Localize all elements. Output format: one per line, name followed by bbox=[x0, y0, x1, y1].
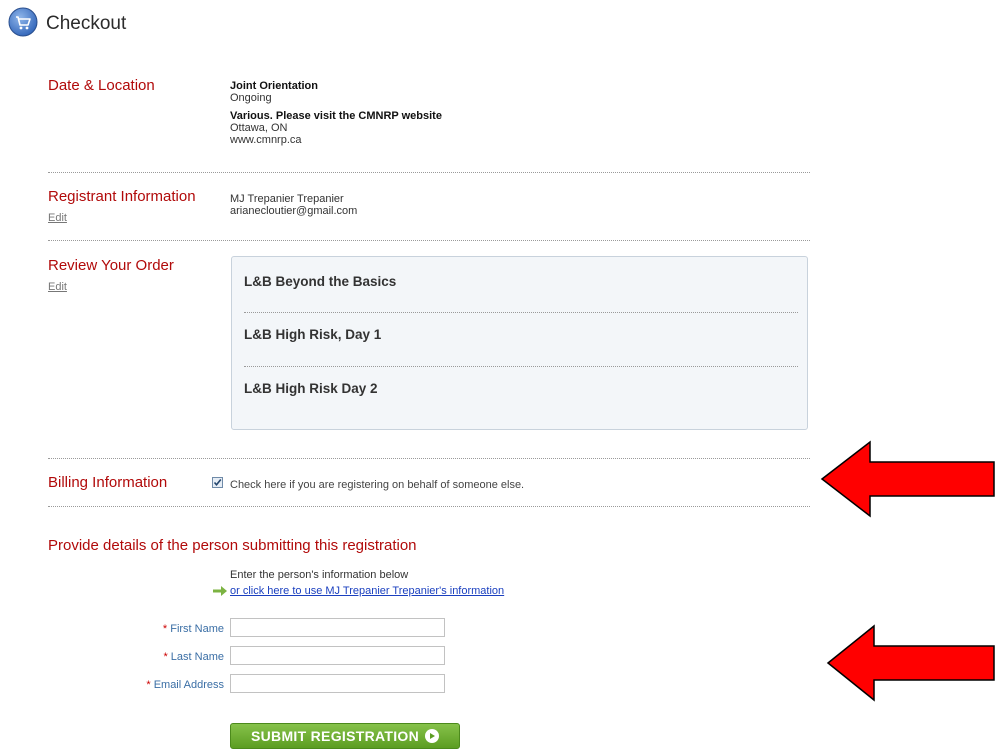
email-input[interactable] bbox=[230, 674, 445, 693]
submit-registration-button[interactable]: SUBMIT REGISTRATION bbox=[230, 723, 460, 749]
email-label-text: Email Address bbox=[153, 679, 224, 691]
first-name-label: * First Name bbox=[64, 623, 224, 635]
red-arrow-annotation bbox=[826, 624, 995, 702]
order-item-divider bbox=[244, 312, 798, 313]
first-name-label-text: First Name bbox=[170, 623, 224, 635]
first-name-input[interactable] bbox=[230, 618, 445, 637]
email-label: * Email Address bbox=[64, 679, 224, 691]
page-title: Checkout bbox=[46, 13, 127, 34]
section-label-billing: Billing Information bbox=[48, 474, 168, 491]
date-location-details: Joint Orientation Ongoing Various. Pleas… bbox=[230, 80, 442, 146]
registrant-details: MJ Trepanier Trepanier arianecloutier@gm… bbox=[230, 193, 357, 217]
on-behalf-checkbox[interactable] bbox=[212, 477, 223, 488]
last-name-input[interactable] bbox=[230, 646, 445, 665]
cart-icon bbox=[8, 7, 38, 37]
registrant-email: arianecloutier@gmail.com bbox=[230, 205, 358, 217]
review-edit-link[interactable]: Edit bbox=[48, 281, 67, 293]
play-arrow-icon bbox=[425, 729, 439, 743]
checkmark-icon bbox=[213, 478, 222, 487]
enter-info-text: Enter the person's information below bbox=[230, 569, 409, 581]
last-name-label: * Last Name bbox=[64, 651, 224, 663]
required-asterisk: * bbox=[163, 651, 168, 663]
divider bbox=[48, 458, 810, 459]
order-item: L&B High Risk, Day 1 bbox=[244, 327, 382, 342]
event-date: Ongoing bbox=[230, 92, 272, 104]
red-arrow-annotation bbox=[820, 440, 995, 518]
section-label-registrant: Registrant Information bbox=[48, 188, 196, 205]
provide-details-title: Provide details of the person submitting… bbox=[48, 537, 417, 554]
submit-registration-label: SUBMIT REGISTRATION bbox=[251, 728, 419, 744]
venue-website: www.cmnrp.ca bbox=[230, 134, 302, 146]
on-behalf-checkbox-label[interactable]: Check here if you are registering on beh… bbox=[230, 479, 524, 491]
registrant-edit-link[interactable]: Edit bbox=[48, 212, 67, 224]
section-label-review-order: Review Your Order bbox=[48, 257, 174, 274]
venue-name: Various. Please visit the CMNRP website bbox=[230, 110, 442, 122]
last-name-label-text: Last Name bbox=[170, 651, 224, 663]
divider bbox=[48, 506, 810, 507]
required-asterisk: * bbox=[162, 623, 168, 635]
arrow-right-icon bbox=[213, 586, 227, 596]
divider bbox=[48, 240, 810, 241]
order-item: L&B High Risk Day 2 bbox=[244, 381, 378, 396]
required-asterisk: * bbox=[146, 679, 151, 691]
use-registrant-info-link[interactable]: or click here to use MJ Trepanier Trepan… bbox=[230, 585, 504, 597]
venue-city: Ottawa, ON bbox=[230, 122, 288, 134]
order-item: L&B Beyond the Basics bbox=[244, 274, 397, 289]
divider bbox=[48, 172, 810, 173]
section-label-date-location: Date & Location bbox=[48, 77, 155, 94]
order-summary-box: L&B Beyond the Basics L&B High Risk, Day… bbox=[231, 256, 808, 430]
order-item-divider bbox=[244, 366, 798, 367]
event-name: Joint Orientation bbox=[230, 80, 318, 92]
registrant-name: MJ Trepanier Trepanier bbox=[230, 193, 344, 205]
